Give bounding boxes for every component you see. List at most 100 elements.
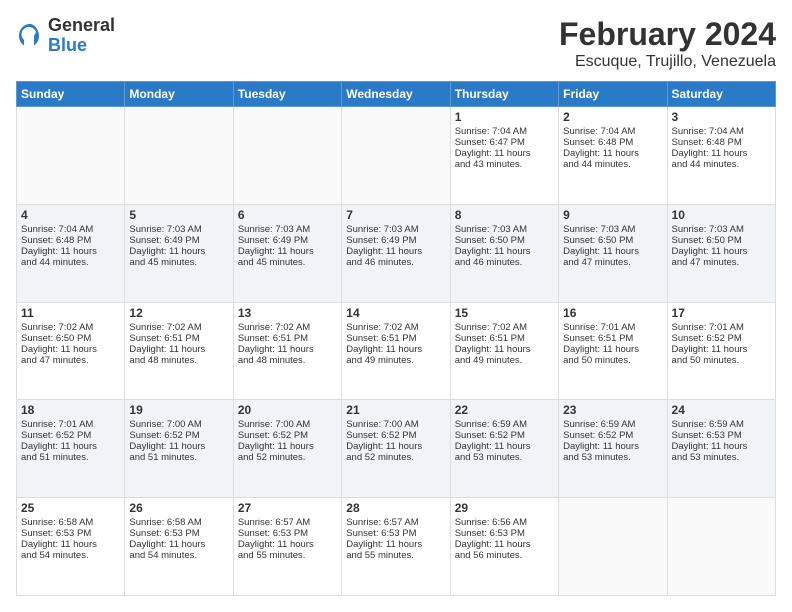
day-info: Daylight: 11 hours [672, 246, 771, 257]
day-number: 3 [672, 110, 771, 124]
day-info: Sunrise: 7:00 AM [129, 419, 228, 430]
day-info: Sunrise: 7:03 AM [129, 224, 228, 235]
day-info: Daylight: 11 hours [238, 441, 337, 452]
day-info: Sunset: 6:48 PM [672, 137, 771, 148]
day-info: Daylight: 11 hours [455, 441, 554, 452]
week-row-1: 1Sunrise: 7:04 AMSunset: 6:47 PMDaylight… [17, 107, 776, 205]
day-info: and 52 minutes. [346, 452, 445, 463]
calendar-cell: 19Sunrise: 7:00 AMSunset: 6:52 PMDayligh… [125, 400, 233, 498]
day-info: Sunrise: 7:04 AM [455, 126, 554, 137]
day-info: Daylight: 11 hours [455, 344, 554, 355]
day-info: Sunrise: 6:57 AM [346, 517, 445, 528]
day-info: and 54 minutes. [129, 550, 228, 561]
day-header-wednesday: Wednesday [342, 82, 450, 107]
calendar-cell: 7Sunrise: 7:03 AMSunset: 6:49 PMDaylight… [342, 204, 450, 302]
day-number: 2 [563, 110, 662, 124]
day-number: 17 [672, 306, 771, 320]
day-number: 20 [238, 403, 337, 417]
day-info: Sunrise: 7:02 AM [346, 322, 445, 333]
day-info: Sunset: 6:47 PM [455, 137, 554, 148]
calendar-cell [667, 498, 775, 596]
day-number: 26 [129, 501, 228, 515]
day-number: 15 [455, 306, 554, 320]
day-info: and 55 minutes. [238, 550, 337, 561]
day-info: Daylight: 11 hours [346, 246, 445, 257]
day-info: Daylight: 11 hours [238, 246, 337, 257]
day-info: and 48 minutes. [129, 355, 228, 366]
day-info: and 49 minutes. [455, 355, 554, 366]
calendar-cell: 1 Sunrise: 7:04 AMSunset: 6:47 PMDaylight… [450, 107, 558, 205]
week-row-2: 4Sunrise: 7:04 AMSunset: 6:48 PMDaylight… [17, 204, 776, 302]
day-info: Sunset: 6:52 PM [455, 430, 554, 441]
calendar-cell: 22Sunrise: 6:59 AMSunset: 6:52 PMDayligh… [450, 400, 558, 498]
day-info: Daylight: 11 hours [563, 344, 662, 355]
day-info: Daylight: 11 hours [129, 344, 228, 355]
day-info: Daylight: 11 hours [672, 148, 771, 159]
day-info: Sunrise: 7:02 AM [129, 322, 228, 333]
day-info: Sunrise: 7:04 AM [563, 126, 662, 137]
day-info: Daylight: 11 hours [238, 539, 337, 550]
day-info: Sunrise: 7:00 AM [346, 419, 445, 430]
day-info: and 51 minutes. [21, 452, 120, 463]
calendar-cell: 26Sunrise: 6:58 AMSunset: 6:53 PMDayligh… [125, 498, 233, 596]
day-number: 6 [238, 208, 337, 222]
logo-text: General Blue [48, 16, 115, 56]
day-number: 21 [346, 403, 445, 417]
day-info: Sunset: 6:52 PM [21, 430, 120, 441]
day-info: Sunrise: 7:01 AM [21, 419, 120, 430]
day-info: Sunrise: 7:01 AM [672, 322, 771, 333]
day-info: Sunset: 6:49 PM [346, 235, 445, 246]
day-number: 9 [563, 208, 662, 222]
day-info: and 52 minutes. [238, 452, 337, 463]
calendar-cell [342, 107, 450, 205]
day-info: and 50 minutes. [672, 355, 771, 366]
day-number: 25 [21, 501, 120, 515]
day-info: and 54 minutes. [21, 550, 120, 561]
day-info: Daylight: 11 hours [563, 441, 662, 452]
day-info: Sunset: 6:51 PM [563, 333, 662, 344]
calendar-cell: 25Sunrise: 6:58 AMSunset: 6:53 PMDayligh… [17, 498, 125, 596]
day-info: Sunrise: 7:00 AM [238, 419, 337, 430]
day-info: and 53 minutes. [672, 452, 771, 463]
day-info: and 45 minutes. [238, 257, 337, 268]
day-number: 1 [455, 110, 554, 124]
day-number: 24 [672, 403, 771, 417]
day-info: Daylight: 11 hours [563, 148, 662, 159]
day-info: Daylight: 11 hours [346, 441, 445, 452]
day-number: 10 [672, 208, 771, 222]
calendar-cell: 2 Sunrise: 7:04 AMSunset: 6:48 PMDaylight… [559, 107, 667, 205]
title-block: February 2024 Escuque, Trujillo, Venezue… [559, 16, 776, 71]
day-info: Sunset: 6:53 PM [672, 430, 771, 441]
week-row-4: 18Sunrise: 7:01 AMSunset: 6:52 PMDayligh… [17, 400, 776, 498]
day-info: Sunset: 6:52 PM [346, 430, 445, 441]
day-info: and 49 minutes. [346, 355, 445, 366]
day-info: Daylight: 11 hours [129, 539, 228, 550]
day-info: and 48 minutes. [238, 355, 337, 366]
day-number: 7 [346, 208, 445, 222]
day-info: Daylight: 11 hours [563, 246, 662, 257]
day-info: Sunrise: 7:03 AM [455, 224, 554, 235]
day-info: Sunset: 6:48 PM [21, 235, 120, 246]
day-header-friday: Friday [559, 82, 667, 107]
day-info: and 55 minutes. [346, 550, 445, 561]
day-info: Sunrise: 7:03 AM [563, 224, 662, 235]
day-header-thursday: Thursday [450, 82, 558, 107]
day-number: 22 [455, 403, 554, 417]
day-info: and 47 minutes. [563, 257, 662, 268]
day-info: Sunset: 6:48 PM [563, 137, 662, 148]
calendar-cell [233, 107, 341, 205]
day-info: Sunset: 6:52 PM [129, 430, 228, 441]
day-header-saturday: Saturday [667, 82, 775, 107]
header: General Blue February 2024 Escuque, Truj… [16, 16, 776, 71]
day-info: and 44 minutes. [21, 257, 120, 268]
day-info: Daylight: 11 hours [129, 246, 228, 257]
calendar-cell: 6Sunrise: 7:03 AMSunset: 6:49 PMDaylight… [233, 204, 341, 302]
calendar-cell: 15Sunrise: 7:02 AMSunset: 6:51 PMDayligh… [450, 302, 558, 400]
day-info: Daylight: 11 hours [346, 539, 445, 550]
day-info: Daylight: 11 hours [455, 148, 554, 159]
day-info: Sunset: 6:52 PM [563, 430, 662, 441]
day-info: Sunset: 6:52 PM [672, 333, 771, 344]
day-info: Sunrise: 7:02 AM [21, 322, 120, 333]
calendar-cell: 8Sunrise: 7:03 AMSunset: 6:50 PMDaylight… [450, 204, 558, 302]
day-info: Sunset: 6:51 PM [129, 333, 228, 344]
